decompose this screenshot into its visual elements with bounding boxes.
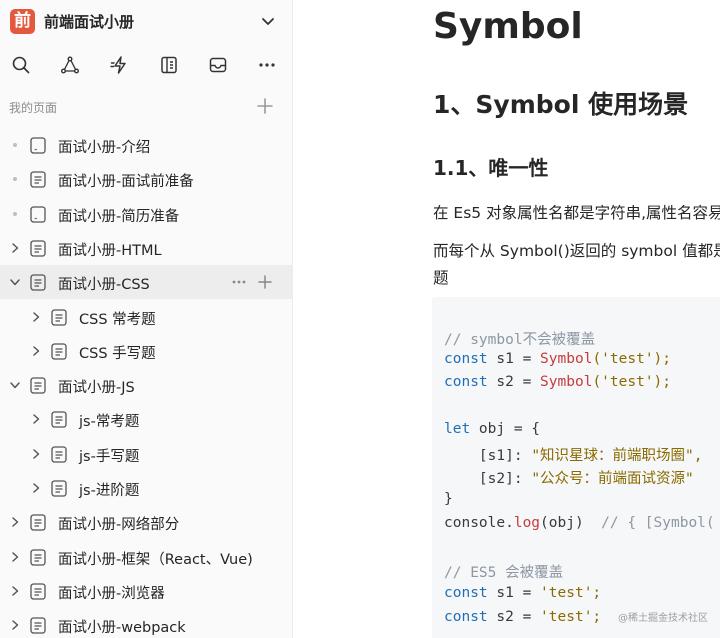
more-icon[interactable] [230, 274, 248, 290]
sidebar-item-label: 面试小册-JS [58, 380, 135, 397]
more-icon[interactable] [256, 54, 278, 76]
bullet-dot-icon [8, 172, 22, 186]
document-lines-icon [30, 377, 46, 394]
code-line: console.log(obj) // { [Symbol( [444, 515, 715, 531]
document-lines-icon [30, 171, 46, 188]
sidebar-item[interactable]: CSS 手写题 [0, 334, 292, 368]
sidebar-item[interactable]: 面试小册-框架（React、Vue) [0, 540, 292, 574]
document-lines-icon [30, 583, 46, 600]
code-line: const s2 = Symbol('test'); [444, 374, 672, 390]
sidebar-item[interactable]: js-常考题 [0, 402, 292, 436]
lightning-icon[interactable] [109, 54, 131, 76]
sidebar-item[interactable]: js-进阶题 [0, 471, 292, 505]
paragraph-2-line-1: 而每个从 Symbol()返回的 symbol 值都是 [433, 242, 720, 260]
add-page-icon[interactable] [256, 97, 274, 115]
document-lines-icon [51, 411, 67, 429]
sidebar-item-label: js-手写题 [79, 448, 140, 465]
book-header[interactable]: 前 前端面试小册 [0, 0, 292, 44]
bullet-dot-icon [8, 207, 22, 221]
sidebar-item-label: 面试小册-面试前准备 [58, 174, 194, 191]
code-line: [s1]: "知识星球：前端职场圈", [444, 448, 703, 464]
document-lines-icon [51, 480, 67, 497]
bullet-dot-icon [8, 138, 22, 152]
document-lines-icon [30, 617, 46, 634]
watermark: @稀土掘金技术社区 [618, 613, 708, 624]
document-icon [30, 205, 46, 223]
code-comment: // ES5 会被覆盖 [444, 565, 564, 581]
chevron-right-icon[interactable] [29, 481, 43, 495]
sidebar-item[interactable]: 面试小册-JS [0, 368, 292, 402]
chevron-right-icon[interactable] [29, 412, 43, 426]
sidebar-item-label: js-常考题 [79, 414, 140, 431]
document-content: Symbol 1、Symbol 使用场景 1.1、唯一性 在 Es5 对象属性名… [294, 0, 720, 638]
chevron-right-icon[interactable] [8, 515, 22, 529]
sidebar-item-label: js-进阶题 [79, 483, 140, 499]
paragraph-2-line-2: 题 [433, 269, 449, 287]
code-line: const s2 = 'test'; [444, 609, 602, 625]
code-comment: // symbol不会被覆盖 [444, 332, 596, 348]
sidebar-item[interactable]: 面试小册-面试前准备 [0, 162, 292, 196]
chevron-right-icon[interactable] [8, 241, 22, 255]
inbox-icon[interactable] [207, 54, 229, 76]
code-block[interactable]: // symbol不会被覆盖 const s1 = Symbol('test')… [432, 297, 720, 638]
document-lines-icon [30, 240, 46, 257]
chevron-right-icon[interactable] [29, 344, 43, 358]
sidebar-item[interactable]: 面试小册-webpack [0, 608, 292, 638]
sidebar-item-label: 面试小册-浏览器 [58, 585, 165, 602]
code-line: const s1 = 'test'; [444, 585, 602, 601]
sidebar-item[interactable]: js-手写题 [0, 437, 292, 471]
sidebar: 前 前端面试小册 我的页面 面试小册-介绍面试小册-面试前准备 面试小册-简历准备… [0, 0, 293, 638]
table-icon[interactable] [158, 54, 180, 76]
sidebar-item-label: 面试小册-简历准备 [58, 208, 180, 225]
search-icon[interactable] [10, 54, 32, 76]
sidebar-item[interactable]: 面试小册-网络部分 [0, 505, 292, 539]
chevron-right-icon[interactable] [8, 618, 22, 632]
document-lines-icon [30, 274, 46, 291]
chevron-right-icon[interactable] [29, 447, 43, 461]
book-logo: 前 [10, 9, 35, 34]
heading-3: 1.1、唯一性 [433, 156, 549, 180]
chevron-right-icon[interactable] [8, 550, 22, 564]
sidebar-item-label: CSS 常考题 [79, 311, 156, 328]
section-label: 我的页面 [9, 101, 58, 115]
sidebar-item-label: 面试小册-CSS [58, 277, 150, 294]
sidebar-item-label: 面试小册-HTML [58, 242, 162, 259]
chevron-down-icon[interactable] [8, 275, 22, 289]
sidebar-item[interactable]: 面试小册-简历准备 [0, 197, 292, 231]
sidebar-item-label: 面试小册-框架（React、Vue) [58, 551, 253, 568]
sidebar-item-label: CSS 手写题 [79, 345, 156, 362]
document-lines-icon [51, 343, 67, 360]
code-line: } [444, 491, 453, 507]
chevron-right-icon[interactable] [29, 310, 43, 324]
code-line: [s2]: "公众号：前端面试资源" [444, 471, 694, 487]
sidebar-item-label: 面试小册-介绍 [58, 140, 151, 156]
document-icon [30, 137, 46, 154]
sidebar-item[interactable]: 面试小册-HTML [0, 231, 292, 265]
sidebar-item-label: 面试小册-webpack [58, 620, 186, 637]
graph-icon[interactable] [59, 54, 81, 76]
chevron-right-icon[interactable] [8, 584, 22, 598]
sidebar-item[interactable]: 面试小册-浏览器 [0, 574, 292, 608]
sidebar-item[interactable]: 面试小册-介绍 [0, 128, 292, 162]
code-line: const s1 = Symbol('test'); [444, 351, 672, 367]
document-lines-icon [51, 446, 67, 463]
chevron-down-icon[interactable] [259, 12, 277, 30]
book-title[interactable]: 前端面试小册 [44, 11, 134, 32]
add-child-icon[interactable] [257, 274, 273, 290]
sidebar-item[interactable]: 面试小册-CSS [0, 265, 292, 300]
sidebar-toolbar [0, 50, 292, 80]
paragraph-1: 在 Es5 对象属性名都是字符串,属性名容易 [433, 204, 720, 222]
page-title: Symbol [433, 6, 583, 47]
code-line: let obj = { [444, 421, 541, 437]
sidebar-item[interactable]: CSS 常考题 [0, 300, 292, 334]
chevron-down-icon[interactable] [8, 378, 22, 392]
document-lines-icon [30, 514, 46, 531]
document-lines-icon [30, 548, 46, 566]
document-lines-icon [51, 308, 67, 326]
heading-2: 1、Symbol 使用场景 [433, 90, 689, 119]
sidebar-item-label: 面试小册-网络部分 [58, 517, 180, 534]
